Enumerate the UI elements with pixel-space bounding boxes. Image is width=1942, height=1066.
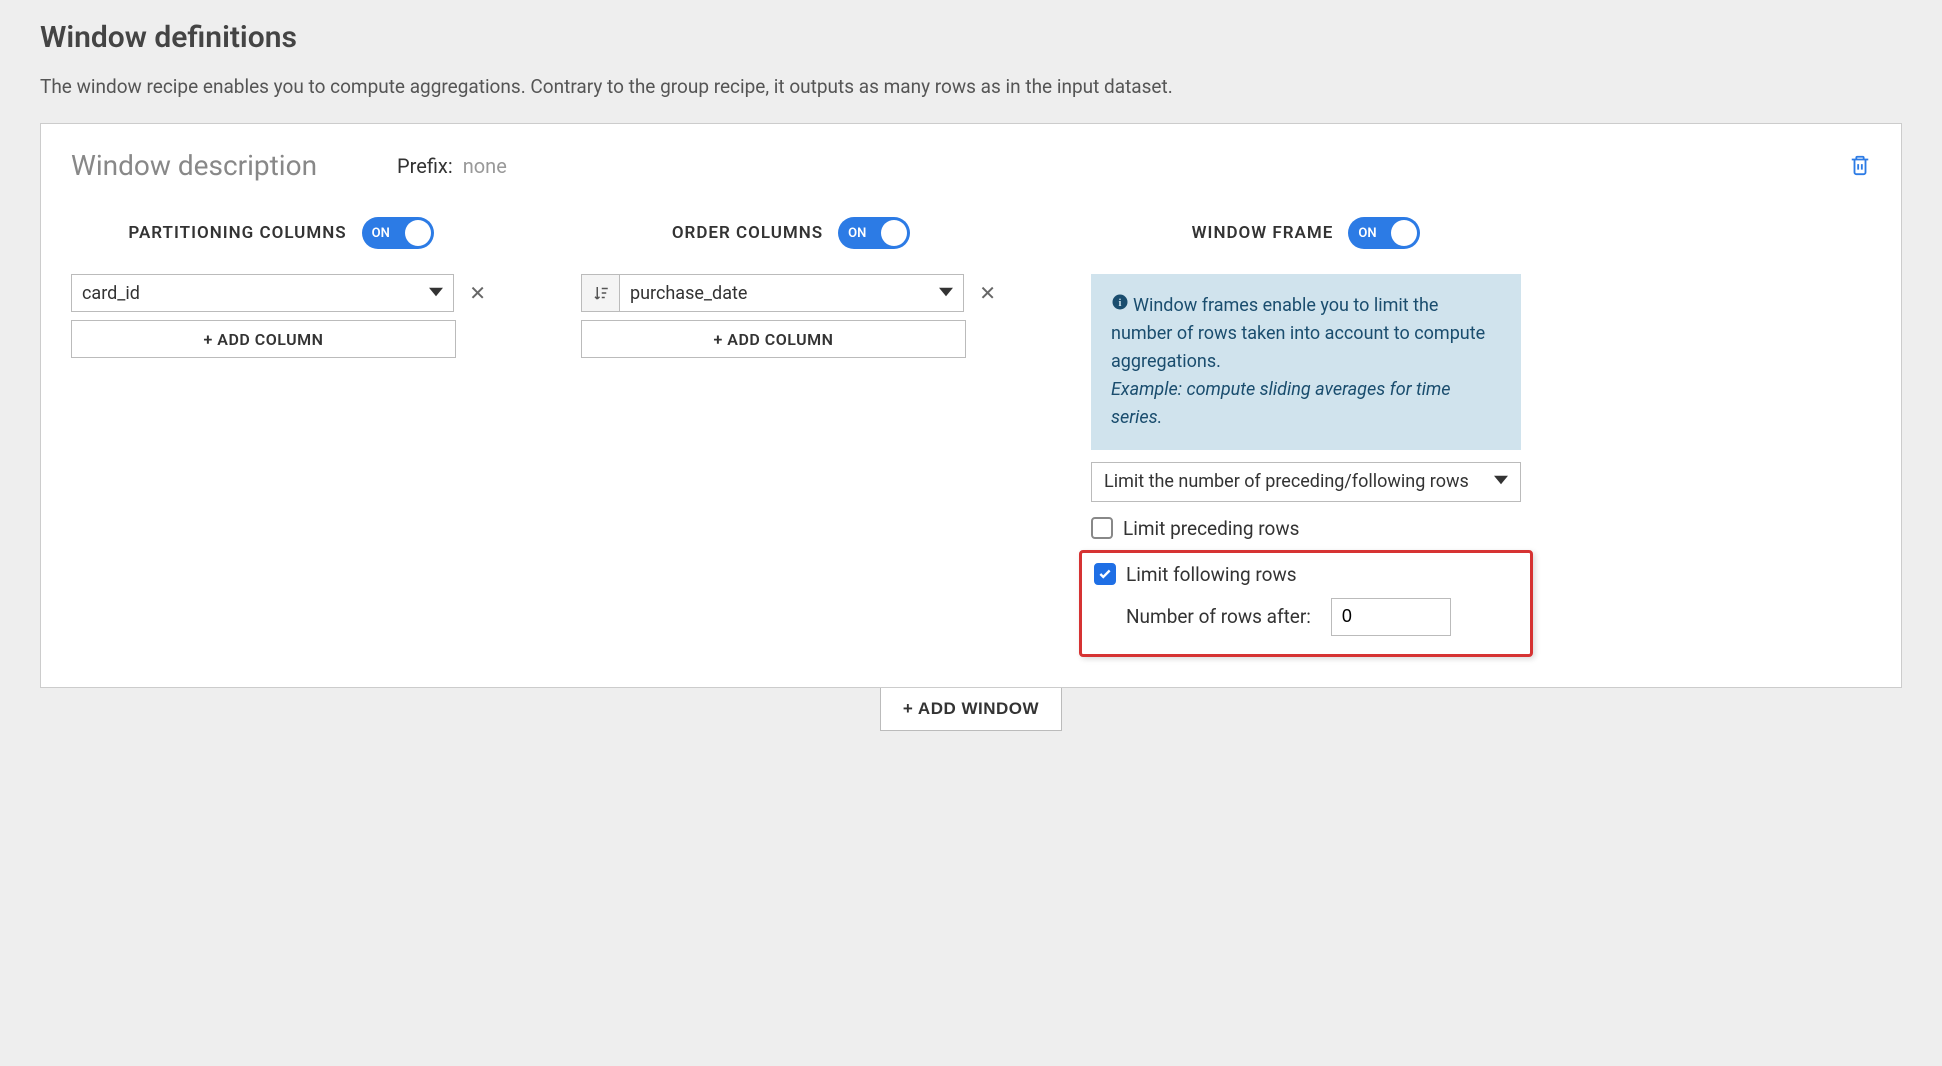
add-partitioning-column-button[interactable]: + ADD COLUMN [71,320,456,358]
limit-preceding-row[interactable]: Limit preceding rows [1091,517,1521,540]
toggle-on-label: ON [372,226,390,241]
chevron-down-icon [429,283,443,304]
limit-following-row[interactable]: Limit following rows [1094,563,1518,586]
partitioning-toggle[interactable]: ON [362,217,434,249]
limit-preceding-checkbox[interactable] [1091,517,1113,539]
page-subtitle: The window recipe enables you to compute… [40,75,1902,98]
window-frame-toggle[interactable]: ON [1348,217,1420,249]
remove-order-column-icon[interactable]: ✕ [974,281,1001,305]
svg-text:i: i [1119,298,1122,309]
rows-after-label: Number of rows after: [1126,605,1311,628]
order-column-select[interactable]: purchase_date [619,274,964,312]
toggle-knob [881,220,907,246]
frame-mode-select[interactable]: Limit the number of preceding/following … [1091,462,1521,502]
sort-direction-button[interactable] [581,274,619,312]
toggle-on-label: ON [1358,226,1376,241]
partitioning-header: PARTITIONING COLUMNS [128,223,346,243]
order-header: ORDER COLUMNS [672,223,823,243]
limit-following-checkbox[interactable] [1094,563,1116,585]
order-group: ORDER COLUMNS ON purchase_date [581,217,1001,657]
limit-following-highlight: Limit following rows Number of rows afte… [1079,550,1533,657]
window-card: Window description Prefix: none PARTITIO… [40,123,1902,688]
frame-mode-value: Limit the number of preceding/following … [1104,471,1469,492]
limit-preceding-label: Limit preceding rows [1123,517,1299,540]
rows-after-input[interactable] [1331,598,1451,636]
chevron-down-icon [939,283,953,304]
add-window-button[interactable]: + ADD WINDOW [880,687,1062,731]
trash-icon[interactable] [1849,154,1871,176]
window-frame-info: i Window frames enable you to limit the … [1091,274,1521,450]
add-order-column-button[interactable]: + ADD COLUMN [581,320,966,358]
chevron-down-icon [1494,471,1508,492]
prefix-label: Prefix: [397,154,453,178]
toggle-knob [1391,220,1417,246]
window-frame-group: WINDOW FRAME ON i Window frames enable y… [1091,217,1521,657]
info-text: Window frames enable you to limit the nu… [1111,295,1485,372]
limit-following-label: Limit following rows [1126,563,1297,586]
info-icon: i [1111,292,1129,320]
window-frame-header: WINDOW FRAME [1192,223,1334,243]
partitioning-selected: card_id [82,283,140,304]
page-title: Window definitions [40,20,1902,55]
toggle-on-label: ON [848,226,866,241]
partitioning-column-select[interactable]: card_id [71,274,454,312]
card-header: Window description Prefix: none [71,149,1871,182]
prefix-value[interactable]: none [463,154,507,178]
toggle-knob [405,220,431,246]
order-toggle[interactable]: ON [838,217,910,249]
window-description-title: Window description [71,149,317,182]
order-selected: purchase_date [630,283,747,304]
remove-partitioning-column-icon[interactable]: ✕ [464,281,491,305]
partitioning-group: PARTITIONING COLUMNS ON card_id ✕ + ADD … [71,217,491,657]
info-example: Example: compute sliding averages for ti… [1111,376,1501,432]
